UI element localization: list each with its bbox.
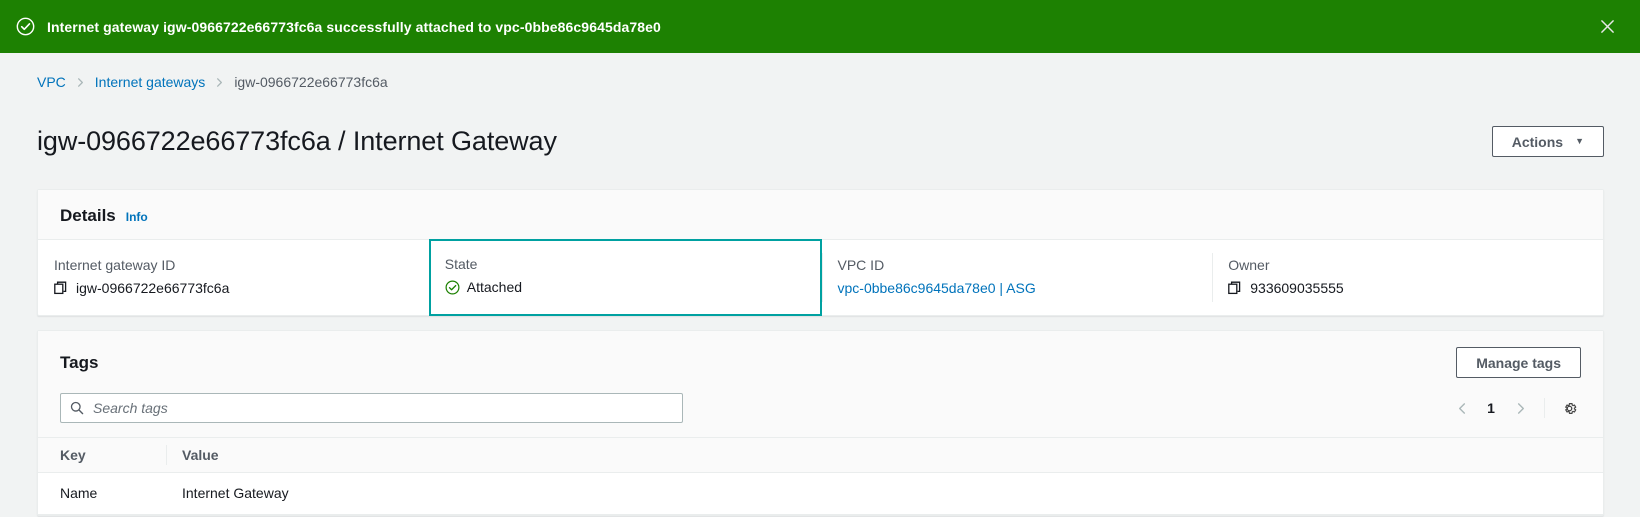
page-title: igw-0966722e66773fc6a / Internet Gateway	[37, 126, 557, 157]
detail-value: vpc-0bbe86c9645da78e0 | ASG	[838, 280, 1213, 296]
table-row: Name Internet Gateway	[38, 472, 1603, 516]
manage-tags-label: Manage tags	[1476, 354, 1561, 371]
chevron-right-icon[interactable]	[1506, 394, 1534, 422]
chevron-left-icon[interactable]	[1448, 394, 1476, 422]
details-header-left: Details Info	[60, 206, 148, 226]
actions-button-label: Actions	[1511, 133, 1564, 150]
chevron-right-icon	[214, 77, 225, 88]
details-grid: Internet gateway ID igw-0966722e66773fc6…	[38, 239, 1603, 317]
tags-table-head: Key Value	[38, 437, 1603, 474]
detail-value-text: igw-0966722e66773fc6a	[76, 280, 230, 297]
detail-value-text: 933609035555	[1250, 280, 1344, 297]
tags-card: Tags Manage tags 1	[37, 330, 1604, 517]
state-value-text: Attached	[466, 279, 523, 296]
column-header-key: Key	[38, 437, 166, 474]
check-circle-icon	[16, 17, 35, 36]
table-cell-value: Internet Gateway	[166, 472, 1603, 516]
chevron-right-icon	[75, 77, 86, 88]
detail-field-owner: Owner 933609035555	[1212, 240, 1603, 315]
tags-table: Key Value Name Internet Gateway	[38, 437, 1603, 516]
details-title: Details	[60, 206, 116, 226]
copy-icon[interactable]	[54, 281, 68, 295]
breadcrumb-item-current: igw-0966722e66773fc6a	[234, 74, 388, 90]
tags-title: Tags	[60, 352, 99, 372]
page-header: igw-0966722e66773fc6a / Internet Gateway…	[0, 90, 1640, 175]
detail-label: State	[444, 256, 478, 273]
detail-value: 933609035555	[1228, 280, 1603, 296]
detail-field-vpc-id: VPC ID vpc-0bbe86c9645da78e0 | ASG	[821, 240, 1213, 315]
pagination-divider	[1544, 398, 1545, 419]
check-circle-icon	[445, 280, 460, 295]
close-icon[interactable]	[1596, 16, 1618, 38]
pagination-page-1[interactable]: 1	[1478, 400, 1504, 416]
search-icon	[70, 401, 84, 415]
manage-tags-button[interactable]: Manage tags	[1456, 347, 1581, 379]
detail-field-internet-gateway-id: Internet gateway ID igw-0966722e66773fc6…	[38, 240, 429, 315]
details-card: Details Info Internet gateway ID igw-096…	[37, 189, 1604, 317]
tags-pagination: 1	[1448, 394, 1581, 422]
success-flash-banner: Internet gateway igw-0966722e66773fc6a s…	[0, 0, 1640, 53]
detail-field-state: State Attached	[428, 239, 822, 317]
details-info-link[interactable]: Info	[126, 210, 148, 224]
actions-button[interactable]: Actions ▼	[1491, 126, 1604, 158]
copy-icon[interactable]	[1228, 281, 1242, 295]
flash-content: Internet gateway igw-0966722e66773fc6a s…	[16, 17, 661, 36]
tags-table-body: Name Internet Gateway	[38, 472, 1603, 516]
tags-toolbar: 1	[38, 391, 1603, 438]
tags-card-header: Tags Manage tags	[38, 331, 1603, 392]
column-header-value: Value	[166, 437, 1603, 474]
status-badge: Attached	[445, 279, 820, 295]
breadcrumb-item-vpc[interactable]: VPC	[37, 74, 66, 90]
details-card-header: Details Info	[38, 190, 1603, 240]
chevron-down-icon: ▼	[1575, 136, 1584, 147]
gear-icon[interactable]	[1557, 396, 1581, 420]
flash-message: Internet gateway igw-0966722e66773fc6a s…	[47, 18, 661, 35]
table-cell-key: Name	[38, 472, 166, 516]
search-tags-container	[60, 393, 683, 424]
detail-label: VPC ID	[837, 257, 885, 274]
table-header-row: Key Value	[38, 437, 1603, 474]
detail-label: Internet gateway ID	[54, 257, 176, 274]
detail-value: igw-0966722e66773fc6a	[54, 280, 429, 296]
breadcrumb-item-internet-gateways[interactable]: Internet gateways	[95, 74, 206, 90]
vpc-id-link[interactable]: vpc-0bbe86c9645da78e0 | ASG	[838, 280, 1036, 296]
detail-label: Owner	[1228, 257, 1270, 274]
search-tags-input[interactable]	[60, 393, 683, 424]
breadcrumb: VPC Internet gateways igw-0966722e66773f…	[0, 53, 1640, 90]
